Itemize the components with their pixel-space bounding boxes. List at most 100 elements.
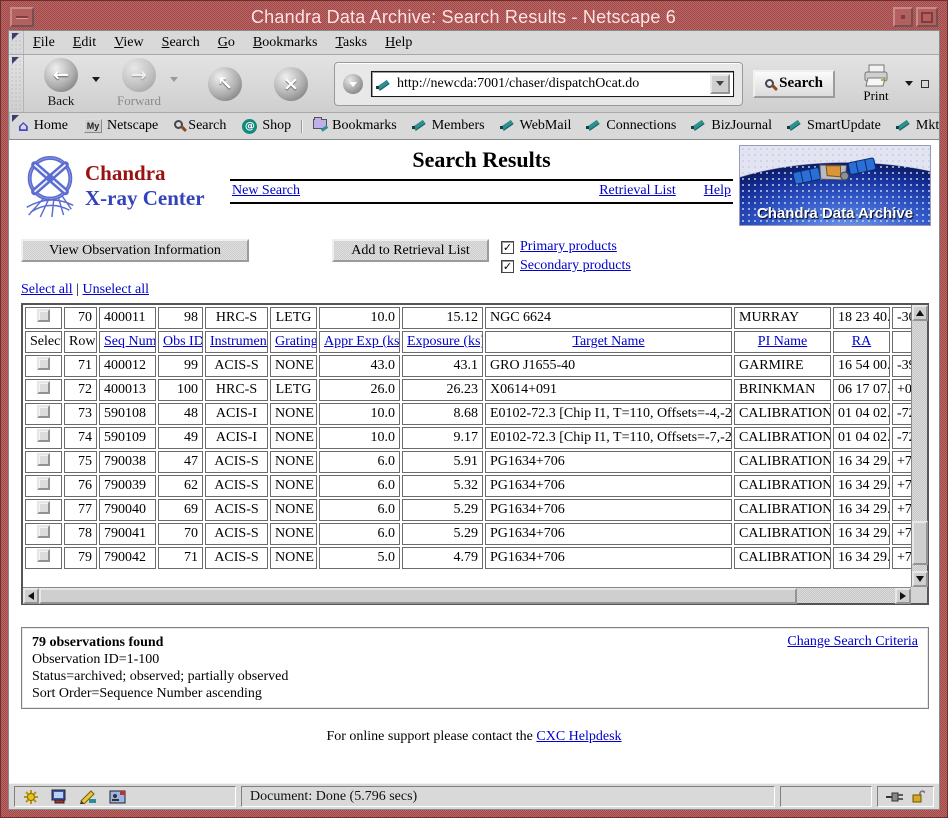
unselect-all-link[interactable]: Unselect all: [83, 282, 149, 297]
column-header-target-name[interactable]: Target Name: [485, 331, 732, 353]
search-button[interactable]: Search: [753, 70, 835, 98]
column-header-seq-num[interactable]: Seq Num: [99, 331, 156, 353]
table-row: 7879004170ACIS-SNONE6.05.29PG1634+706CAL…: [25, 523, 911, 545]
column-header-ra[interactable]: RA: [833, 331, 890, 353]
select-cell: [25, 379, 62, 401]
retrieval-list-link[interactable]: Retrieval List: [599, 183, 676, 199]
menu-view[interactable]: View: [105, 35, 153, 51]
scroll-up-button[interactable]: [912, 305, 928, 321]
menu-tasks[interactable]: Tasks: [326, 35, 376, 51]
row-select-checkbox[interactable]: [37, 453, 50, 466]
menubar-grip[interactable]: [9, 31, 24, 54]
url-input[interactable]: http://newcda:7001/chaser/dispatchOcat.d…: [371, 71, 734, 97]
row-select-checkbox[interactable]: [37, 477, 50, 490]
forward-button[interactable]: → Forward: [110, 58, 168, 109]
personal-toolbar-mktplace[interactable]: Mktplace: [889, 118, 940, 135]
personal-toolbar-bookmarks[interactable]: Bookmarks: [305, 118, 405, 134]
personal-toolbar-home[interactable]: ⌂Home: [10, 117, 76, 136]
table-cell: ACIS-S: [205, 547, 268, 569]
column-header-instrument[interactable]: Instrument: [205, 331, 268, 353]
column-header-obs-id[interactable]: Obs ID: [158, 331, 203, 353]
column-header-appr-exp-ks-[interactable]: Appr Exp (ks): [319, 331, 400, 353]
column-header-select: Select: [25, 331, 62, 353]
table-cell: NONE: [270, 499, 317, 521]
table-cell: GARMIRE: [734, 355, 831, 377]
personal-toolbar-webmail[interactable]: WebMail: [493, 118, 580, 135]
table-cell: 10.0: [319, 403, 400, 425]
menu-file[interactable]: File: [24, 35, 64, 51]
help-link[interactable]: Help: [704, 183, 731, 199]
table-cell: NONE: [270, 547, 317, 569]
back-button[interactable]: ← Back: [32, 58, 90, 109]
row-select-checkbox[interactable]: [37, 501, 50, 514]
print-dropdown-arrow[interactable]: [905, 81, 913, 86]
mail-icon[interactable]: [51, 789, 68, 804]
new-search-link[interactable]: New Search: [232, 183, 300, 199]
stop-button[interactable]: ×: [262, 67, 320, 101]
row-select-checkbox[interactable]: [37, 357, 50, 370]
composer-icon[interactable]: [80, 790, 97, 804]
menu-help[interactable]: Help: [376, 35, 421, 51]
toolbar-collapse-box[interactable]: [921, 80, 929, 88]
horizontal-scrollbar-thumb[interactable]: [39, 588, 797, 604]
forward-dropdown-arrow[interactable]: [170, 77, 178, 82]
scroll-left-button[interactable]: [23, 588, 39, 604]
row-select-checkbox[interactable]: [37, 381, 50, 394]
menu-bookmarks[interactable]: Bookmarks: [244, 35, 327, 51]
primary-products-checkbox[interactable]: [501, 241, 514, 254]
minimize-button[interactable]: [893, 7, 913, 27]
change-search-criteria-link[interactable]: Change Search Criteria: [787, 634, 918, 649]
add-to-retrieval-list-button[interactable]: Add to Retrieval List: [332, 239, 489, 262]
menu-go[interactable]: Go: [209, 35, 244, 51]
back-dropdown-arrow[interactable]: [92, 77, 100, 82]
vertical-scrollbar-thumb[interactable]: [912, 521, 928, 565]
address-book-icon[interactable]: [109, 790, 126, 804]
personal-toolbar-bizjournal[interactable]: BizJournal: [684, 118, 780, 135]
scroll-down-button[interactable]: [912, 571, 928, 587]
primary-products-label[interactable]: Primary products: [520, 239, 617, 255]
table-row: 7140001299ACIS-SNONE43.043.1GRO J1655-40…: [25, 355, 911, 377]
horizontal-scrollbar[interactable]: [23, 587, 911, 603]
column-header-dec[interactable]: Dec: [892, 331, 911, 353]
table-cell: 16 54 00.10: [833, 355, 890, 377]
menu-search[interactable]: Search: [153, 35, 209, 51]
personal-toolbar-members[interactable]: Members: [405, 118, 493, 135]
row-select-checkbox[interactable]: [37, 549, 50, 562]
table-cell: GRO J1655-40: [485, 355, 732, 377]
print-button[interactable]: Print: [849, 64, 903, 104]
vertical-scrollbar[interactable]: [911, 305, 927, 587]
select-all-link[interactable]: Select all: [21, 282, 73, 297]
row-select-checkbox[interactable]: [37, 405, 50, 418]
row-select-checkbox[interactable]: [37, 309, 50, 322]
bookmark-pen-icon: [587, 118, 601, 135]
personal-toolbar-grip[interactable]: [9, 113, 10, 139]
secondary-products-checkbox[interactable]: [501, 260, 514, 273]
row-select-checkbox[interactable]: [37, 525, 50, 538]
table-cell: 6.0: [319, 451, 400, 473]
url-text[interactable]: http://newcda:7001/chaser/dispatchOcat.d…: [397, 76, 710, 92]
personal-toolbar-connections[interactable]: Connections: [579, 118, 684, 135]
cxc-helpdesk-link[interactable]: CXC Helpdesk: [536, 729, 621, 744]
view-observation-info-button[interactable]: View Observation Information: [21, 239, 249, 262]
url-dropdown-button[interactable]: [710, 74, 730, 94]
column-header-exposure-ks-[interactable]: Exposure (ks): [402, 331, 483, 353]
page-proxy-icon[interactable]: [343, 74, 363, 94]
personal-toolbar-netscape[interactable]: MyNetscape: [76, 118, 166, 134]
scroll-right-button[interactable]: [895, 588, 911, 604]
menu-edit[interactable]: Edit: [64, 35, 105, 51]
window-menu-button[interactable]: [10, 7, 34, 27]
toolbar-grip[interactable]: [9, 55, 24, 112]
personal-toolbar-search[interactable]: Search: [166, 118, 234, 134]
select-cell: [25, 355, 62, 377]
reload-button[interactable]: ↖: [196, 67, 254, 101]
online-plug-icon[interactable]: [886, 791, 906, 803]
navigator-icon[interactable]: [23, 789, 39, 805]
column-header-grating[interactable]: Grating: [270, 331, 317, 353]
column-header-pi-name[interactable]: PI Name: [734, 331, 831, 353]
personal-toolbar-smartupdate[interactable]: SmartUpdate: [780, 118, 889, 135]
row-select-checkbox[interactable]: [37, 429, 50, 442]
maximize-button[interactable]: [916, 7, 938, 27]
security-unlock-icon[interactable]: [912, 789, 925, 804]
secondary-products-label[interactable]: Secondary products: [520, 258, 631, 274]
personal-toolbar-shop[interactable]: @Shop: [234, 118, 299, 134]
